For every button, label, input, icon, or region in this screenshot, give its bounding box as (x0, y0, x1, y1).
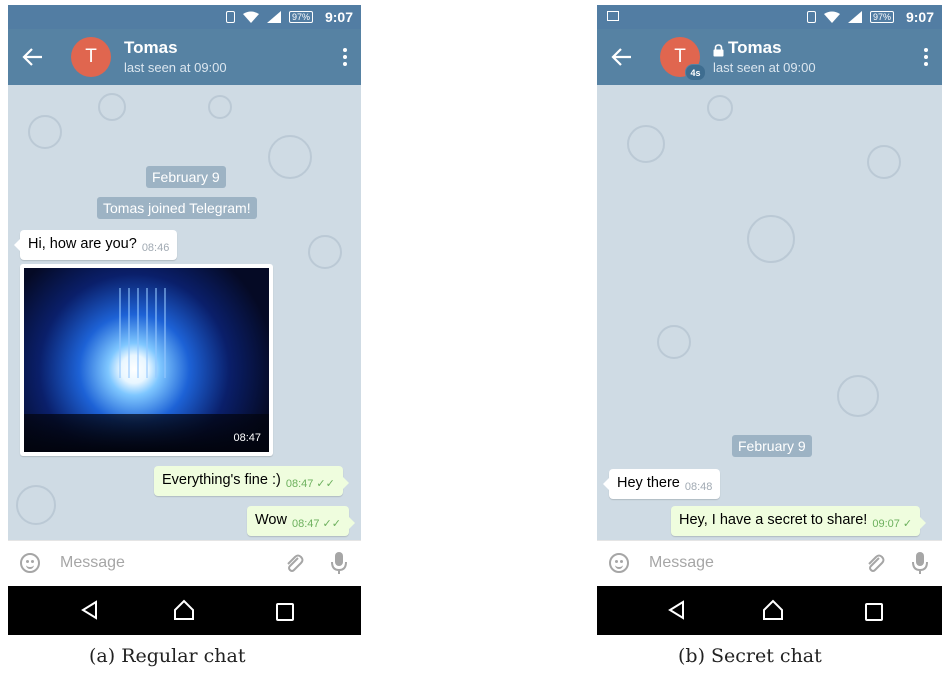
message-list[interactable]: February 9 Tomas joined Telegram! Hi, ho… (8, 85, 361, 540)
microphone-icon[interactable] (331, 551, 347, 575)
photo-message[interactable]: 08:47 (20, 264, 273, 456)
service-message: Tomas joined Telegram! (97, 197, 257, 219)
message-time: 08:46 (141, 242, 170, 254)
battery-icon: 97% (869, 11, 894, 23)
outgoing-message[interactable]: Hey, I have a secret to share! 09:07 ✓ (671, 506, 927, 536)
contact-name[interactable]: Tomas (713, 38, 782, 58)
android-nav-bar (597, 586, 942, 635)
message-input[interactable]: Message (649, 554, 714, 572)
contact-name[interactable]: Tomas (124, 38, 178, 58)
concert-photo: 08:47 (24, 268, 269, 452)
double-check-icon: ✓✓ (322, 518, 341, 530)
wifi-icon (823, 11, 840, 23)
triangle-back-icon[interactable] (667, 600, 687, 620)
arrow-left-icon[interactable] (611, 47, 633, 67)
message-time: 09:07 (872, 518, 900, 530)
android-nav-bar (8, 586, 361, 635)
last-seen-status: last seen at 09:00 (713, 60, 816, 75)
arrow-left-icon[interactable] (22, 47, 44, 67)
more-vertical-icon[interactable] (343, 48, 347, 66)
smiley-icon[interactable] (609, 553, 629, 573)
message-time: 08:47 (291, 518, 320, 530)
signal-icon (847, 11, 862, 23)
vibrate-icon (806, 11, 816, 23)
message-time: 08:48 (684, 481, 713, 493)
paperclip-icon[interactable] (282, 552, 306, 576)
incoming-message[interactable]: Hey there 08:48 (603, 469, 721, 499)
clock: 9:07 (324, 9, 353, 25)
double-check-icon: ✓✓ (316, 478, 335, 490)
triangle-back-icon[interactable] (80, 600, 100, 620)
single-check-icon: ✓ (902, 518, 913, 530)
message-input[interactable]: Message (60, 554, 125, 572)
self-destruct-timer-badge[interactable]: 4s (685, 64, 706, 81)
message-text: Hi, how are you? (28, 236, 137, 252)
secret-chat-screen: 97% 9:07 T 4s Tomas last seen at 09:00 F… (597, 5, 942, 635)
signal-icon (266, 11, 281, 23)
caption-regular-chat: (a) Regular chat (89, 645, 246, 667)
clock: 9:07 (905, 9, 934, 25)
wifi-icon (242, 11, 259, 23)
date-separator: February 9 (732, 435, 812, 457)
message-input-bar: Message (8, 540, 361, 586)
battery-icon: 97% (288, 11, 313, 23)
message-text: Wow (255, 512, 287, 528)
message-list[interactable]: February 9 Hey there 08:48 Hey, I have a … (597, 85, 942, 540)
outgoing-message[interactable]: Everything's fine :) 08:47 ✓✓ (154, 466, 349, 496)
message-text: Hey there (617, 475, 680, 491)
status-bar: 97% 9:07 (597, 5, 942, 29)
message-input-bar: Message (597, 540, 942, 586)
home-icon[interactable] (173, 599, 195, 621)
date-separator: February 9 (146, 166, 226, 188)
smiley-icon[interactable] (20, 553, 40, 573)
last-seen-status: last seen at 09:00 (124, 60, 227, 75)
caption-secret-chat: (b) Secret chat (678, 645, 822, 667)
contact-name-text: Tomas (124, 38, 178, 57)
paperclip-icon[interactable] (863, 552, 887, 576)
message-text: Hey, I have a secret to share! (679, 512, 868, 528)
lock-icon (713, 42, 724, 56)
microphone-icon[interactable] (912, 551, 928, 575)
recents-icon[interactable] (865, 603, 883, 621)
incoming-message[interactable]: Hi, how are you? 08:46 (14, 230, 178, 260)
chat-header: T Tomas last seen at 09:00 (8, 29, 361, 85)
avatar[interactable]: T (71, 37, 111, 77)
message-text: Everything's fine :) (162, 472, 281, 488)
message-time: 08:47 (285, 478, 314, 490)
more-vertical-icon[interactable] (924, 48, 928, 66)
status-bar: 97% 9:07 (8, 5, 361, 29)
recents-icon[interactable] (276, 603, 294, 621)
home-icon[interactable] (762, 599, 784, 621)
chat-header: T 4s Tomas last seen at 09:00 (597, 29, 942, 85)
message-time: 08:47 (233, 432, 261, 444)
regular-chat-screen: 97% 9:07 T Tomas last seen at 09:00 Febr… (8, 5, 361, 635)
outgoing-message[interactable]: Wow 08:47 ✓✓ (247, 506, 355, 536)
contact-name-text: Tomas (728, 38, 782, 57)
vibrate-icon (225, 11, 235, 23)
image-notification-icon (607, 11, 619, 21)
